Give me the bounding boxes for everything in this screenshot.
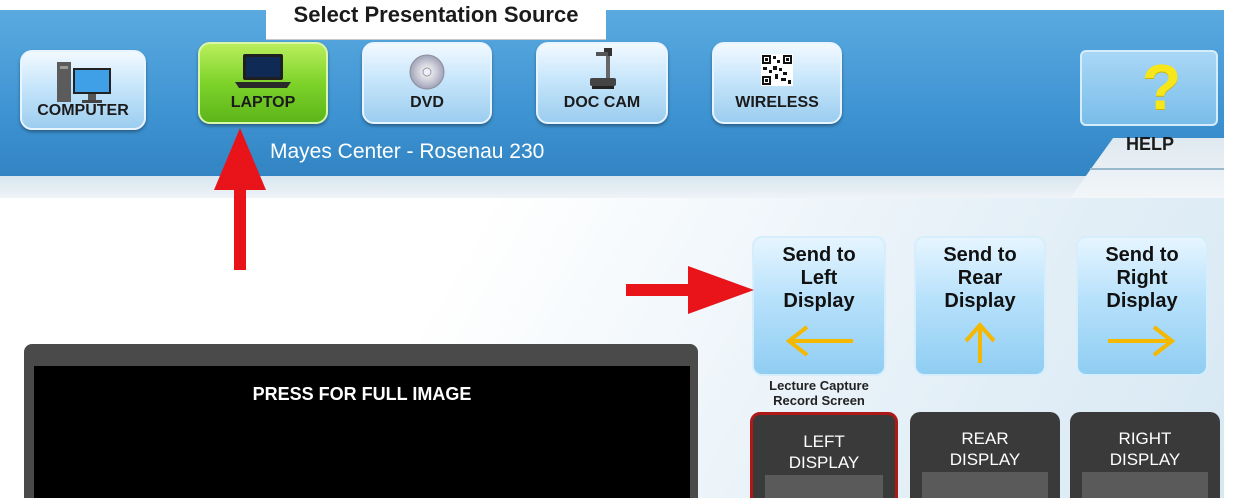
send-left-label: Send to Left Display	[782, 244, 856, 312]
header-band	[0, 176, 1224, 198]
source-laptop-label: LAPTOP	[230, 94, 296, 111]
source-dvd-button[interactable]: DVD	[362, 42, 492, 124]
left-display-button[interactable]: LEFT DISPLAY	[750, 412, 898, 498]
send-rear-button[interactable]: Send to Rear Display	[914, 236, 1046, 376]
rear-display-button[interactable]: REAR DISPLAY	[910, 412, 1060, 498]
source-computer-label: COMPUTER	[37, 102, 129, 119]
right-display-label: RIGHT DISPLAY	[1109, 429, 1181, 469]
laptop-icon	[233, 52, 293, 95]
source-computer-button[interactable]: COMPUTER	[20, 50, 146, 130]
rear-display-label: REAR DISPLAY	[949, 429, 1021, 469]
source-doc-cam-label: DOC CAM	[563, 94, 641, 111]
right-display-button[interactable]: RIGHT DISPLAY	[1070, 412, 1220, 498]
source-dvd-label: DVD	[410, 94, 444, 111]
dvd-icon	[407, 52, 447, 97]
room-label: Mayes Center - Rosenau 230	[270, 140, 545, 163]
right-display-preview-slot	[1082, 472, 1208, 498]
send-right-label: Send to Right Display	[1105, 244, 1179, 312]
preview-label: PRESS FOR FULL IMAGE	[252, 384, 472, 404]
send-right-button[interactable]: Send to Right Display	[1076, 236, 1208, 376]
rear-display-preview-slot	[922, 472, 1048, 498]
arrow-right-icon	[1104, 321, 1180, 366]
doc-cam-icon	[582, 46, 622, 97]
annotation-arrow-up-icon	[214, 128, 266, 270]
left-display-preview-slot	[765, 475, 883, 498]
help-question-icon: ?	[1142, 51, 1182, 123]
source-laptop-button[interactable]: LAPTOP	[198, 42, 328, 124]
left-display-label: LEFT DISPLAY	[788, 432, 860, 472]
send-left-button[interactable]: Send to Left Display	[752, 236, 886, 376]
page-title: Select Presentation Source	[266, 0, 606, 40]
help-label: HELP	[1125, 134, 1174, 154]
annotation-arrow-right-icon	[626, 266, 754, 314]
source-doc-cam-button[interactable]: DOC CAM	[536, 42, 668, 124]
arrow-up-icon	[960, 319, 1000, 370]
source-wireless-label: WIRELESS	[735, 94, 819, 111]
qr-code-icon	[761, 54, 793, 91]
header-band-line	[1090, 168, 1224, 170]
source-wireless-button[interactable]: WIRELESS	[712, 42, 842, 124]
send-rear-label: Send to Rear Display	[943, 244, 1017, 312]
arrow-left-icon	[781, 321, 857, 366]
lecture-capture-label: Lecture Capture Record Screen	[769, 378, 869, 408]
